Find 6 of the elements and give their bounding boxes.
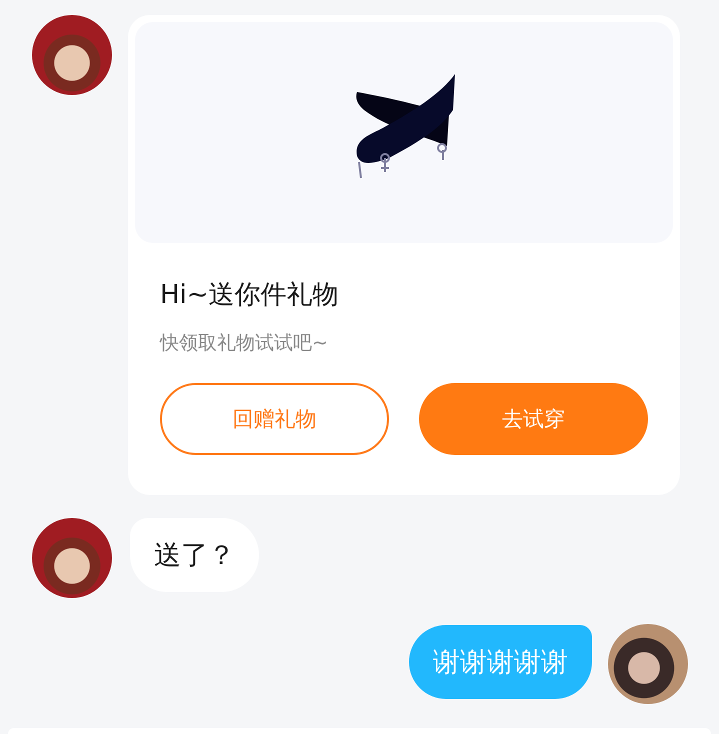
message-bubble: 送了？ — [130, 518, 259, 592]
try-on-button[interactable]: 去试穿 — [419, 383, 648, 455]
card-title: Hi~送你件礼物 — [160, 279, 340, 312]
card-subtitle: 快领取礼物试试吧~ — [160, 331, 329, 356]
return-gift-button[interactable]: 回赠礼物 — [160, 383, 389, 455]
message-bubble: 谢谢谢谢谢 — [409, 625, 592, 699]
